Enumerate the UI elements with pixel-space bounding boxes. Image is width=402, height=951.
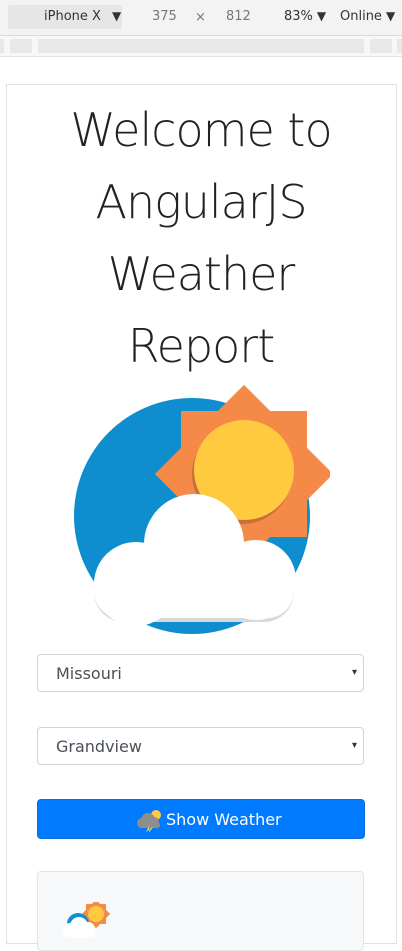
state-select-value: Missouri: [56, 664, 122, 683]
width-input[interactable]: 375: [152, 9, 177, 24]
show-weather-button[interactable]: Show Weather: [37, 799, 365, 839]
device-toolbar: iPhone X ▼ 375 × 812 83% ▼ Online ▼: [0, 0, 402, 36]
sun-cloud-weather-icon: [74, 384, 330, 634]
network-value: Online: [340, 9, 382, 24]
chevron-down-icon: ▾: [351, 667, 357, 678]
weather-result-panel: [37, 871, 364, 951]
device-name: iPhone X: [44, 9, 101, 24]
state-select[interactable]: Missouri ▾: [37, 654, 364, 692]
times-icon: ×: [195, 10, 206, 25]
chevron-down-icon: ▼: [316, 9, 327, 23]
device-select[interactable]: iPhone X ▼: [8, 5, 122, 29]
zoom-value: 83%: [284, 9, 313, 24]
media-query-ruler[interactable]: [0, 36, 402, 57]
network-throttle-select[interactable]: Online ▼: [340, 9, 395, 24]
show-weather-label: Show Weather: [166, 810, 282, 829]
partly-sunny-icon: [63, 902, 111, 938]
title-line: AngularJS: [95, 175, 307, 229]
zoom-select[interactable]: 83% ▼: [284, 9, 326, 24]
title-line: Weather: [107, 247, 296, 301]
title-line: Welcome to: [70, 103, 332, 157]
storm-cloud-icon: [137, 810, 161, 832]
city-select[interactable]: Grandview ▾: [37, 727, 364, 765]
chevron-down-icon: ▾: [351, 740, 357, 751]
city-select-value: Grandview: [56, 737, 142, 756]
chevron-down-icon: ▼: [385, 9, 396, 23]
height-input[interactable]: 812: [226, 9, 251, 24]
chevron-down-icon: ▼: [112, 9, 122, 23]
title-line: Report: [127, 319, 276, 373]
page-title: Welcome to AngularJS Weather Report: [10, 94, 392, 382]
